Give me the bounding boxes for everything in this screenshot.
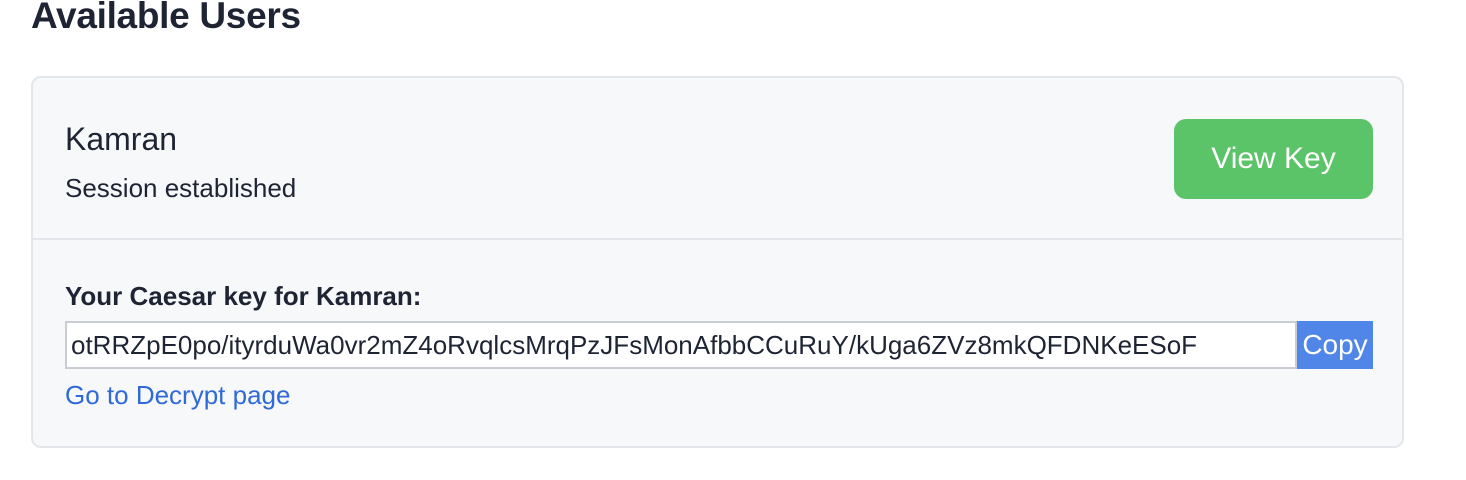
view-key-button[interactable]: View Key <box>1174 119 1373 199</box>
session-status: Session established <box>65 173 297 203</box>
user-card-header: Kamran Session established View Key <box>33 78 1402 240</box>
caesar-key-field[interactable] <box>65 321 1297 369</box>
user-card-body: Your Caesar key for Kamran: Copy Go to D… <box>33 240 1402 446</box>
page-title: Available Users <box>31 0 301 36</box>
decrypt-page-link[interactable]: Go to Decrypt page <box>65 379 290 411</box>
key-label: Your Caesar key for Kamran: <box>65 281 422 311</box>
user-card: Kamran Session established View Key Your… <box>31 76 1404 448</box>
copy-button[interactable]: Copy <box>1297 321 1373 369</box>
user-name: Kamran <box>65 121 178 157</box>
